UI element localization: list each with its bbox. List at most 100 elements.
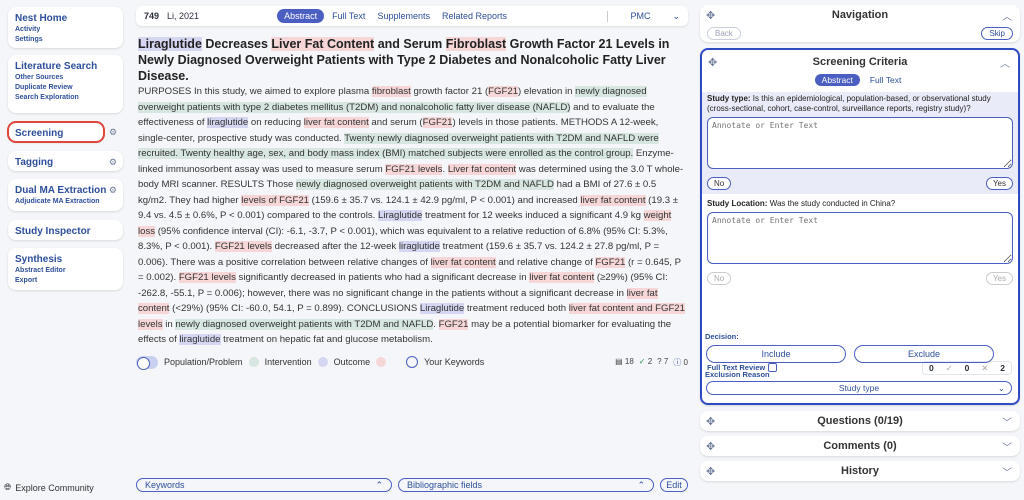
study-location-no-button[interactable]: No xyxy=(707,272,732,285)
nav-search-exploration[interactable]: Search Exploration xyxy=(15,93,116,103)
sidebar: Nest Home Activity Settings Literature S… xyxy=(0,0,128,500)
study-location-annotation-input[interactable] xyxy=(707,212,1013,264)
abstract-highlight-out: FGF21 levels xyxy=(385,163,443,175)
history-header[interactable]: ✥ History ﹀ xyxy=(700,461,1020,481)
chevron-down-icon[interactable]: ﹀ xyxy=(1002,439,1012,454)
abstract-highlight-int: liraglutide xyxy=(179,334,221,345)
abstract-highlight-out: FGF21 xyxy=(422,117,453,128)
tab-full-text[interactable]: Full Text xyxy=(332,11,365,21)
abstract-text: treatment reduced both xyxy=(464,303,569,314)
screening-criteria-header[interactable]: ✥ Screening Criteria ︿ xyxy=(702,52,1018,72)
navigation-header[interactable]: ✥ Navigation ︿ xyxy=(700,5,1020,25)
nav-adjudicate[interactable]: Adjudicate MA Extraction xyxy=(15,197,116,207)
edit-button[interactable]: Edit xyxy=(660,478,688,492)
study-type-yes-button[interactable]: Yes xyxy=(985,177,1013,190)
move-icon[interactable]: ✥ xyxy=(706,9,715,22)
history-title: History xyxy=(841,465,879,477)
nav-abstract-editor[interactable]: Abstract Editor xyxy=(15,266,116,276)
include-button[interactable]: Include xyxy=(706,345,846,363)
nav-tagging-title[interactable]: Tagging xyxy=(15,156,116,169)
nav-nest-home-title[interactable]: Nest Home xyxy=(15,12,116,25)
comments-header[interactable]: ✥ Comments (0) ﹀ xyxy=(700,436,1020,456)
nav-settings[interactable]: Settings xyxy=(15,35,116,45)
bibliographic-fields-select[interactable]: Bibliographic fields ⌃ xyxy=(398,478,654,492)
intervention-color-swatch xyxy=(317,357,328,367)
highlight-toggle[interactable] xyxy=(136,355,158,370)
exclude-button[interactable]: Exclude xyxy=(854,345,994,363)
nav-screening[interactable]: Screening xyxy=(7,121,105,143)
explore-community-label: Explore Community xyxy=(15,482,94,493)
navigation-title: Navigation xyxy=(831,9,889,21)
nav-dual-ma-title[interactable]: Dual MA Extraction xyxy=(15,184,116,197)
abstract-text: treatment on hepatic fat and glucose met… xyxy=(220,334,433,345)
abstract-highlight-int: liraglutide xyxy=(398,241,440,252)
keywords-select-label: Keywords xyxy=(145,480,185,490)
tagging-gear-icon[interactable]: ⚙ xyxy=(109,157,117,168)
navigation-panel: ✥ Navigation ︿ Back Skip xyxy=(700,5,1020,42)
nav-export[interactable]: Export xyxy=(15,276,116,286)
criteria-tab-abstract[interactable]: Abstract xyxy=(814,74,860,86)
count-total: 2 xyxy=(1000,363,1006,373)
dual-ma-gear-icon[interactable]: ⚙ xyxy=(109,185,117,196)
legend-population: Population/Problem xyxy=(164,357,243,367)
comments-panel[interactable]: ✥ Comments (0) ﹀ xyxy=(700,436,1020,456)
keywords-select[interactable]: Keywords ⌃ xyxy=(136,478,392,492)
nav-tagging[interactable]: Tagging ⚙ xyxy=(8,151,123,171)
nav-literature-search[interactable]: Literature Search Other Sources Duplicat… xyxy=(8,55,123,113)
questions-panel[interactable]: ✥ Questions (0/19) ﹀ xyxy=(700,411,1020,431)
move-icon[interactable]: ✥ xyxy=(706,415,715,428)
title-text: Decreases xyxy=(201,37,272,51)
abstract-text: growth factor 21 ( xyxy=(410,86,489,97)
reference-stats: ▤ 18 ✓ 2 ? 7 ⓘ 0 xyxy=(615,357,688,368)
move-icon[interactable]: ✥ xyxy=(706,440,715,453)
move-icon[interactable]: ✥ xyxy=(706,465,715,478)
title-highlight-out: Liver Fat Content xyxy=(271,37,375,51)
chevron-up-icon[interactable]: ︿ xyxy=(1000,55,1010,70)
stat-pending: ⓘ 0 xyxy=(673,357,688,367)
nav-study-inspector-title[interactable]: Study Inspector xyxy=(15,225,116,238)
nav-synthesis-title[interactable]: Synthesis xyxy=(15,253,116,266)
abstract-highlight-out: levels of FGF21 xyxy=(241,194,310,206)
nav-nest-home[interactable]: Nest Home Activity Settings xyxy=(8,7,123,48)
study-location-yes-button[interactable]: Yes xyxy=(985,272,1013,285)
title-highlight-int: Liraglutide xyxy=(138,37,202,51)
exclusion-reason-select[interactable]: Study type ⌄ xyxy=(706,381,1012,395)
tab-supplements[interactable]: Supplements xyxy=(377,11,430,21)
move-icon[interactable]: ✥ xyxy=(708,56,717,69)
chevron-up-icon: ⌃ xyxy=(375,479,383,490)
nav-synthesis[interactable]: Synthesis Abstract Editor Export xyxy=(8,248,123,290)
stat-excluded: ? 7 xyxy=(657,356,669,366)
nav-dual-ma-extraction[interactable]: Dual MA Extraction Adjudicate MA Extract… xyxy=(8,179,123,211)
bottom-filter-bar: Keywords ⌃ Bibliographic fields ⌃ Edit xyxy=(136,478,692,492)
nav-study-inspector[interactable]: Study Inspector xyxy=(8,220,123,240)
chevron-down-icon: ⌄ xyxy=(997,382,1005,393)
tab-related-reports[interactable]: Related Reports xyxy=(442,11,507,21)
nav-duplicate-review[interactable]: Duplicate Review xyxy=(15,83,116,93)
study-location-answer: No Yes xyxy=(707,272,1013,285)
explore-community-link[interactable]: 🌐︎ Explore Community xyxy=(4,482,94,493)
nav-literature-search-title[interactable]: Literature Search xyxy=(15,60,116,73)
abstract-highlight-out: liver fat content xyxy=(580,194,646,206)
question-text: Study type: Is this an epidemiological, … xyxy=(707,94,991,113)
screening-gear-icon[interactable]: ⚙ xyxy=(109,127,117,138)
tab-abstract[interactable]: Abstract xyxy=(277,9,325,23)
questions-header[interactable]: ✥ Questions (0/19) ﹀ xyxy=(700,411,1020,431)
criteria-tab-full-text[interactable]: Full Text xyxy=(866,74,906,86)
study-type-no-button[interactable]: No xyxy=(707,177,732,190)
source-select[interactable]: PMC ⌄ xyxy=(607,10,680,22)
nav-screening-title[interactable]: Screening xyxy=(15,127,97,140)
chevron-down-icon[interactable]: ﹀ xyxy=(1002,464,1012,479)
skip-button[interactable]: Skip xyxy=(981,27,1013,40)
chevron-down-icon[interactable]: ﹀ xyxy=(1002,414,1012,429)
chevron-up-icon[interactable]: ︿ xyxy=(1002,8,1012,23)
history-panel[interactable]: ✥ History ﹀ xyxy=(700,461,1020,481)
keywords-toggle[interactable] xyxy=(406,356,419,368)
abstract-text: . xyxy=(433,318,439,330)
abstract-text: significantly decreased in patients who … xyxy=(235,272,530,283)
cross-icon: ✕ xyxy=(981,362,989,373)
study-type-annotation-input[interactable] xyxy=(707,117,1013,169)
nav-activity[interactable]: Activity xyxy=(15,25,116,35)
abstract-highlight-out: FGF21 xyxy=(595,256,626,268)
back-button[interactable]: Back xyxy=(707,27,741,40)
nav-other-sources[interactable]: Other Sources xyxy=(15,73,116,83)
